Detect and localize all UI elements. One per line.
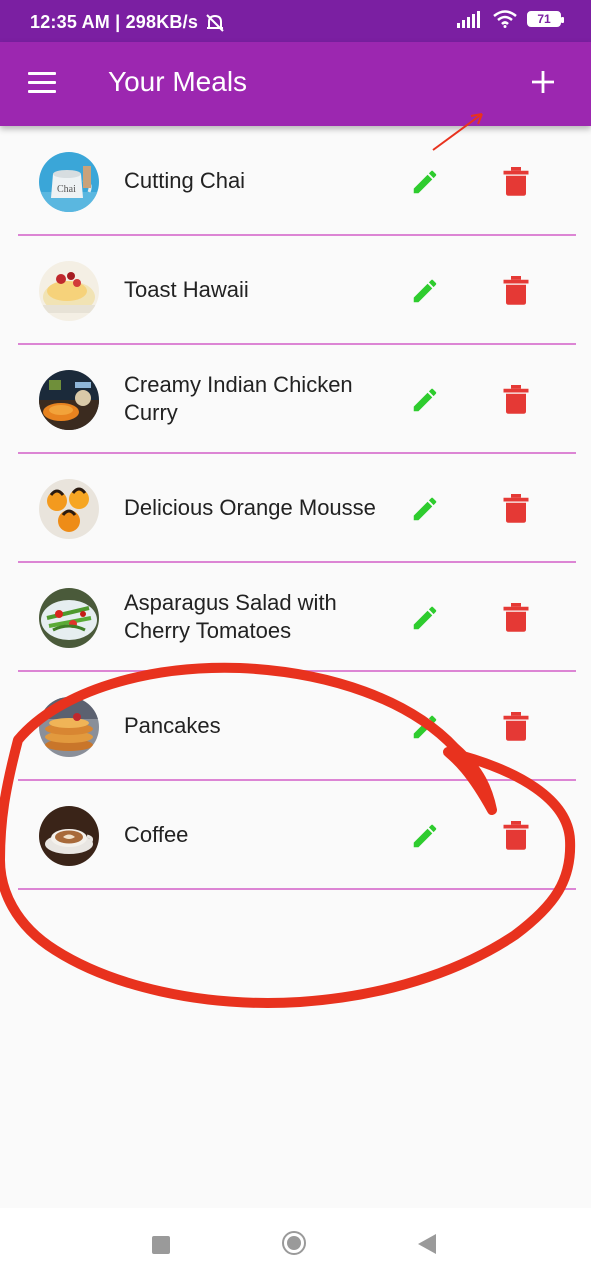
app-bar: Your Meals bbox=[0, 42, 591, 126]
status-bar: 12:35 AM | 298KB/s 71 bbox=[0, 0, 591, 42]
pencil-icon bbox=[413, 388, 437, 412]
delete-button[interactable] bbox=[503, 494, 529, 524]
meal-thumbnail bbox=[39, 697, 99, 757]
edit-button[interactable] bbox=[410, 603, 440, 633]
edit-button[interactable] bbox=[410, 167, 440, 197]
list-item: Coffee bbox=[18, 781, 576, 890]
meal-name: Cutting Chai bbox=[124, 167, 246, 193]
signal-icon bbox=[457, 11, 480, 28]
back-button[interactable] bbox=[418, 1234, 436, 1254]
list-item: Toast Hawaii bbox=[18, 236, 576, 345]
meal-thumbnail bbox=[39, 806, 99, 866]
pencil-icon bbox=[413, 715, 437, 739]
meal-thumbnail: Chai bbox=[39, 152, 99, 212]
battery-level: 71 bbox=[537, 12, 551, 26]
pencil-icon bbox=[413, 170, 437, 194]
bell-off-icon bbox=[206, 13, 224, 32]
meal-list: Chai Cutting Chai Toast Hawaii Creamy In… bbox=[18, 127, 576, 890]
pencil-icon bbox=[413, 606, 437, 630]
system-nav-bar bbox=[0, 1208, 591, 1280]
edit-button[interactable] bbox=[410, 821, 440, 851]
delete-button[interactable] bbox=[503, 603, 529, 633]
meal-name: Delicious Orange Mousse bbox=[124, 494, 376, 520]
trash-icon bbox=[503, 603, 529, 632]
status-time-speed: 12:35 AM | 298KB/s bbox=[30, 12, 199, 32]
list-item: Chai Cutting Chai bbox=[18, 127, 576, 236]
edit-button[interactable] bbox=[410, 712, 440, 742]
delete-button[interactable] bbox=[503, 821, 529, 851]
meal-name: Asparagus Salad with Cherry Tomatoes bbox=[124, 589, 337, 643]
meal-thumbnail bbox=[39, 479, 99, 539]
meal-thumbnail bbox=[39, 588, 99, 648]
delete-button[interactable] bbox=[503, 167, 529, 197]
battery-icon: 71 bbox=[527, 11, 564, 27]
hamburger-menu-icon[interactable] bbox=[28, 72, 56, 94]
trash-icon bbox=[503, 385, 529, 414]
pencil-icon bbox=[413, 824, 437, 848]
recent-apps-button[interactable] bbox=[152, 1236, 170, 1254]
pencil-icon bbox=[413, 497, 437, 521]
list-item: Asparagus Salad with Cherry Tomatoes bbox=[18, 563, 576, 672]
trash-icon bbox=[503, 494, 529, 523]
list-item: Pancakes bbox=[18, 672, 576, 781]
edit-button[interactable] bbox=[410, 385, 440, 415]
page-title: Your Meals bbox=[108, 66, 248, 97]
home-button[interactable] bbox=[282, 1231, 306, 1255]
meal-name: Coffee bbox=[124, 821, 189, 847]
wifi-icon bbox=[493, 10, 517, 28]
add-meal-button[interactable] bbox=[531, 62, 555, 102]
trash-icon bbox=[503, 167, 529, 196]
trash-icon bbox=[503, 821, 529, 850]
meal-name: Pancakes bbox=[124, 712, 221, 738]
list-item: Delicious Orange Mousse bbox=[18, 454, 576, 563]
meal-name: Toast Hawaii bbox=[124, 276, 249, 302]
delete-button[interactable] bbox=[503, 276, 529, 306]
delete-button[interactable] bbox=[503, 385, 529, 415]
edit-button[interactable] bbox=[410, 276, 440, 306]
delete-button[interactable] bbox=[503, 712, 529, 742]
meal-thumbnail bbox=[39, 261, 99, 321]
status-right: 71 bbox=[457, 10, 564, 28]
status-left: 12:35 AM | 298KB/s bbox=[30, 12, 226, 33]
meal-thumbnail bbox=[39, 370, 99, 430]
pencil-icon bbox=[413, 279, 437, 303]
trash-icon bbox=[503, 276, 529, 305]
trash-icon bbox=[503, 712, 529, 741]
list-item: Creamy Indian Chicken Curry bbox=[18, 345, 576, 454]
edit-button[interactable] bbox=[410, 494, 440, 524]
svg-text:Chai: Chai bbox=[57, 184, 76, 195]
plus-icon bbox=[532, 71, 554, 93]
meal-name: Creamy Indian Chicken Curry bbox=[124, 371, 353, 425]
